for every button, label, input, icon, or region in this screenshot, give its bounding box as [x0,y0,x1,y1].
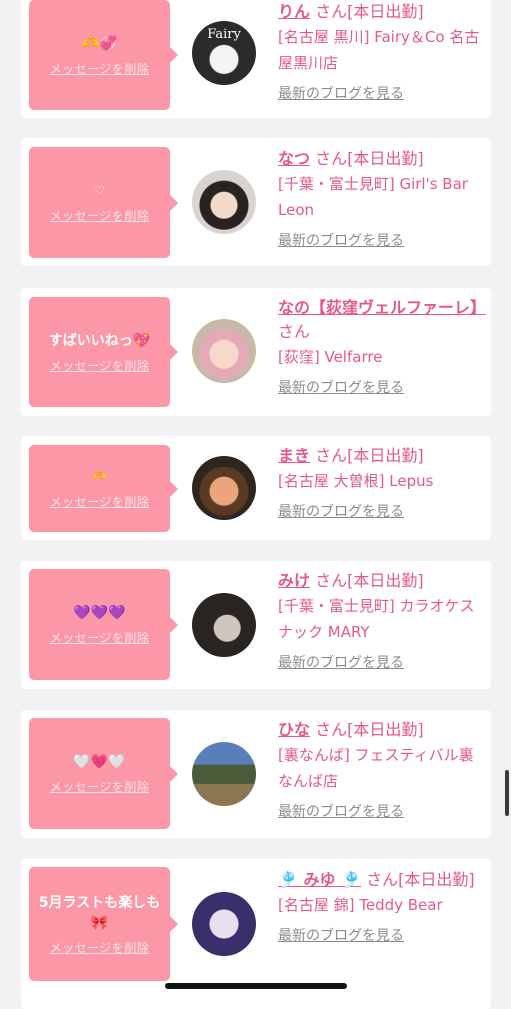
latest-blog-link[interactable]: 最新のブログを見る [278,926,486,946]
shop-name: [千葉・富士見町] カラオケスナック MARY [278,597,475,641]
message-text: 5月ラストも楽しも🎀 [38,894,161,931]
latest-blog-link[interactable]: 最新のブログを見る [278,502,486,522]
entry-info: りん さん[本日出勤] [名古屋 黒川] Fairy＆Co 名古屋黒川店 最新の… [278,0,486,104]
work-status: [本日出勤] [347,149,424,168]
message-bubble: すばいいねっ💖 メッセージを削除 [29,297,178,407]
san-suffix: さん [315,2,348,21]
message-bubble: 🫶 メッセージを削除 [29,445,178,532]
user-name-link[interactable]: りん [278,2,310,21]
work-status: [本日出勤] [347,2,424,21]
user-name-link[interactable]: まき [278,446,310,465]
san-suffix: さん [315,720,348,739]
san-suffix: さん [366,870,399,889]
message-card: 💜💜💜 メッセージを削除 みけ さん[本日出勤] [千葉・富士見町] カラオケス… [21,561,491,689]
delete-message-link[interactable]: メッセージを削除 [50,629,150,646]
san-suffix: さん [315,149,348,168]
avatar[interactable] [192,593,256,657]
work-status: [本日出勤] [398,870,475,889]
shop-name: [名古屋 黒川] Fairy＆Co 名古屋黒川店 [278,28,480,72]
avatar[interactable] [192,456,256,520]
shop-name: [名古屋 錦] Teddy Bear [278,896,443,914]
user-name-link[interactable]: 🎐 みゆ 🎐 [278,870,361,889]
avatar-caption: Fairy [207,27,241,42]
shop-name: [裏なんば] フェスティバル裏なんば店 [278,746,474,790]
work-status: [本日出勤] [347,720,424,739]
message-text: 🤍💗🤍 [73,754,126,770]
delete-message-link[interactable]: メッセージを削除 [50,60,150,77]
delete-message-link[interactable]: メッセージを削除 [50,939,150,956]
avatar[interactable] [192,319,256,383]
message-text: 🫶💞 [82,35,117,52]
user-name-link[interactable]: なの【荻窪ヴェルファーレ】 [278,298,486,317]
san-suffix: さん [315,571,348,590]
delete-message-link[interactable]: メッセージを削除 [50,778,150,795]
user-name-link[interactable]: なつ [278,149,310,168]
message-bubble: 💜💜💜 メッセージを削除 [29,569,178,680]
scrollbar[interactable] [505,770,509,816]
message-text: 🫶 [92,470,107,483]
san-suffix: さん [315,446,348,465]
message-card: すばいいねっ💖 メッセージを削除 なの【荻窪ヴェルファーレ】 さん [荻窪] V… [21,288,491,416]
message-card: 🫶💞 メッセージを削除 Fairy りん さん[本日出勤] [名古屋 黒川] F… [21,0,491,118]
message-card: 🤍💗🤍 メッセージを削除 ひな さん[本日出勤] [裏なんば] フェスティバル裏… [21,710,491,838]
work-status: [本日出勤] [347,571,424,590]
entry-info: なつ さん[本日出勤] [千葉・富士見町] Girl's Bar Leon 最新… [278,147,486,251]
delete-message-link[interactable]: メッセージを削除 [50,207,150,224]
avatar[interactable] [192,892,256,956]
entry-info: みけ さん[本日出勤] [千葉・富士見町] カラオケスナック MARY 最新のブ… [278,569,486,673]
user-name-link[interactable]: ひな [278,720,310,739]
latest-blog-link[interactable]: 最新のブログを見る [278,231,486,251]
san-suffix: さん [278,322,311,341]
entry-info: 🎐 みゆ 🎐 さん[本日出勤] [名古屋 錦] Teddy Bear 最新のブロ… [278,868,486,946]
avatar[interactable] [192,742,256,806]
message-bubble: 5月ラストも楽しも🎀 メッセージを削除 [29,867,178,981]
message-bubble: ♡ メッセージを削除 [29,147,178,258]
avatar[interactable] [192,170,256,234]
latest-blog-link[interactable]: 最新のブログを見る [278,802,486,822]
avatar[interactable]: Fairy [192,21,256,85]
shop-name: [荻窪] Velfarre [278,348,383,366]
shop-name: [名古屋 大曽根] Lepus [278,472,434,490]
user-name-link[interactable]: みけ [278,571,310,590]
home-indicator[interactable] [165,983,347,989]
message-text: ♡ [94,184,105,197]
message-text: すばいいねっ💖 [48,332,151,349]
entry-info: まき さん[本日出勤] [名古屋 大曽根] Lepus 最新のブログを見る [278,444,486,522]
entry-info: なの【荻窪ヴェルファーレ】 さん [荻窪] Velfarre 最新のブログを見る [278,296,486,398]
work-status: [本日出勤] [347,446,424,465]
message-card: ♡ メッセージを削除 なつ さん[本日出勤] [千葉・富士見町] Girl's … [21,138,491,266]
message-bubble: 🤍💗🤍 メッセージを削除 [29,718,178,829]
latest-blog-link[interactable]: 最新のブログを見る [278,653,486,673]
message-text: 💜💜💜 [73,605,126,621]
delete-message-link[interactable]: メッセージを削除 [50,493,150,510]
entry-info: ひな さん[本日出勤] [裏なんば] フェスティバル裏なんば店 最新のブログを見… [278,718,486,822]
delete-message-link[interactable]: メッセージを削除 [50,357,150,374]
latest-blog-link[interactable]: 最新のブログを見る [278,378,486,398]
shop-name: [千葉・富士見町] Girl's Bar Leon [278,175,468,219]
message-bubble: 🫶💞 メッセージを削除 [29,0,178,110]
message-card: 🫶 メッセージを削除 まき さん[本日出勤] [名古屋 大曽根] Lepus 最… [21,436,491,540]
latest-blog-link[interactable]: 最新のブログを見る [278,84,486,104]
